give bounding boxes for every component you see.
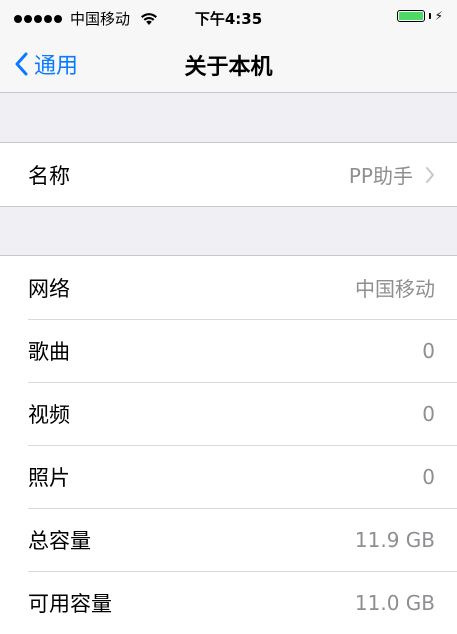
row-label: 照片 <box>28 465 70 490</box>
info-row-videos: 视频 0 <box>0 382 457 445</box>
row-value: 0 <box>422 464 435 489</box>
row-label: 视频 <box>28 402 70 427</box>
status-bar: 中国移动 下午4:35 ⚡ <box>0 0 457 34</box>
info-row-songs: 歌曲 0 <box>0 319 457 382</box>
info-row-network: 网络 中国移动 <box>0 256 457 319</box>
battery-cap <box>428 13 431 19</box>
row-label: 总容量 <box>28 528 91 553</box>
row-value: 11.0 GB <box>354 590 435 615</box>
row-label: 歌曲 <box>28 339 70 364</box>
info-row-available: 可用容量 11.0 GB <box>0 571 457 634</box>
info-row-photos: 照片 0 <box>0 445 457 508</box>
row-value: 中国移动 <box>355 277 435 301</box>
charging-bolt-icon: ⚡ <box>434 9 443 23</box>
name-label: 名称 <box>28 163 70 188</box>
page-title: 关于本机 <box>184 55 273 80</box>
navigation-bar: 通用 关于本机 <box>0 34 457 93</box>
info-row-capacity: 总容量 11.9 GB <box>0 508 457 571</box>
info-group: 网络 中国移动 歌曲 0 视频 0 照片 0 总容量 11.9 GB 可用容量 … <box>0 255 457 634</box>
row-value: 0 <box>422 401 435 426</box>
name-group: 名称 PP助手 <box>0 142 457 207</box>
row-value: 0 <box>422 338 435 363</box>
row-label: 网络 <box>28 276 70 301</box>
chevron-right-icon <box>426 166 434 183</box>
name-value: PP助手 <box>348 164 413 188</box>
row-label: 可用容量 <box>28 591 112 616</box>
battery-level <box>398 12 423 20</box>
status-time: 下午4:35 <box>194 10 263 28</box>
status-right: ⚡ <box>396 9 443 23</box>
name-row[interactable]: 名称 PP助手 <box>0 143 457 206</box>
battery-icon <box>396 10 425 22</box>
row-value: 11.9 GB <box>354 527 435 552</box>
